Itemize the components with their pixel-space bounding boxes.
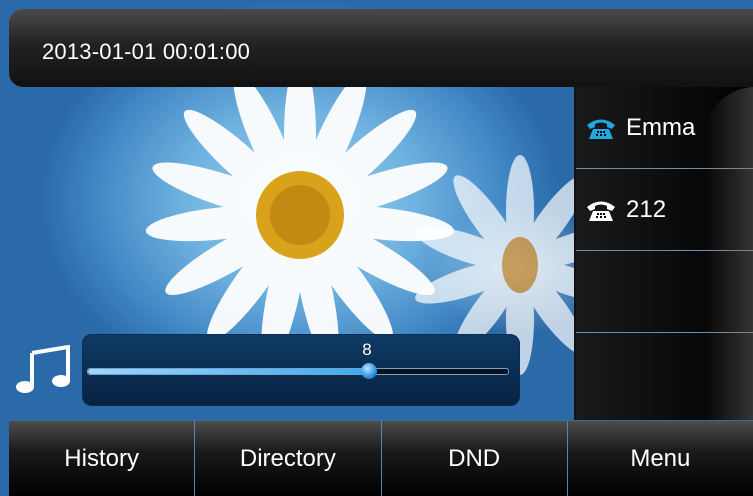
volume-value: 8: [362, 340, 372, 359]
line-key-empty-4[interactable]: [576, 333, 753, 415]
line-key-label: 212: [626, 195, 667, 223]
daisy-flower-image: [145, 60, 455, 367]
directory-button[interactable]: Directory: [195, 421, 382, 496]
volume-slider-handle[interactable]: [361, 363, 378, 379]
phone-icon: [587, 201, 615, 221]
volume-slider-fill: [88, 369, 370, 374]
menu-button[interactable]: Menu: [568, 421, 753, 496]
line-key-emma[interactable]: Emma: [576, 87, 753, 169]
music-note-icon: [16, 345, 70, 393]
phone-screen: 2013-01-01 00:01:00 Emma 212 8 History D…: [0, 0, 753, 496]
datetime-label: 2013-01-01 00:01:00: [42, 39, 251, 64]
line-keys-panel: Emma 212: [574, 87, 753, 420]
dnd-button[interactable]: DND: [382, 421, 568, 496]
volume-popup: 8: [82, 334, 520, 406]
line-key-label: Emma: [626, 113, 696, 141]
volume-slider[interactable]: [87, 363, 509, 379]
status-bar: 2013-01-01 00:01:00: [9, 9, 753, 87]
soft-keys-bar: History Directory DND Menu: [9, 420, 753, 496]
line-key-212[interactable]: 212: [576, 169, 753, 251]
phone-icon: [587, 119, 615, 139]
line-key-empty-3[interactable]: [576, 251, 753, 333]
history-button[interactable]: History: [9, 421, 196, 496]
